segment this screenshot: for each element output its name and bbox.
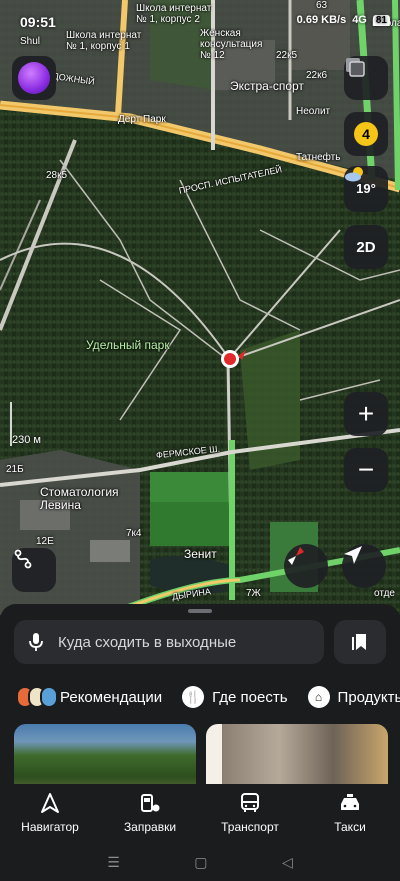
nav-label: Транспорт — [221, 820, 279, 834]
zoom-out-button[interactable]: − — [344, 448, 388, 492]
map-label-dentistry[interactable]: Стоматология Левина — [40, 485, 119, 512]
chip-groceries[interactable]: ⌂ Продукты — [307, 684, 400, 710]
alice-assistant-button[interactable] — [12, 56, 56, 100]
recommendations-icon — [16, 686, 58, 708]
map-scale: 230 м — [12, 434, 41, 446]
taxi-car-icon — [341, 794, 359, 810]
back-icon[interactable]: ◁ — [282, 854, 293, 871]
map-label-dert-park: Дерт Парк — [118, 114, 166, 125]
traffic-level: 4 — [354, 122, 378, 146]
nav-taxi[interactable]: Такси — [300, 784, 400, 844]
status-bar: 09:51 0.69 KB/s 4G 81 — [0, 0, 400, 36]
bookmarks-button[interactable] — [334, 620, 386, 664]
map-label-neolit: Неолит — [296, 106, 331, 117]
nav-fuel[interactable]: Заправки — [100, 784, 200, 844]
map-label-shuvalovo: Shul — [20, 36, 41, 47]
signal-type: 4G — [352, 14, 367, 26]
map-label-extra-sport: Экстра-спорт — [230, 79, 304, 93]
nav-label: Навигатор — [21, 820, 79, 834]
chip-label: Рекомендации — [60, 688, 163, 706]
navigator-arrow-icon — [41, 793, 59, 813]
my-location-button[interactable] — [342, 544, 386, 588]
basket-icon: ⌂ — [307, 686, 330, 708]
system-navigation-bar: ☰ ▢ ◁ — [0, 844, 400, 881]
map-label-park[interactable]: Удельный парк — [86, 338, 170, 352]
map-label-22k6: 22к6 — [306, 70, 328, 81]
location-arrow-icon — [344, 546, 362, 564]
nav-label: Заправки — [123, 820, 177, 834]
compass-icon — [288, 547, 304, 565]
nav-transport[interactable]: Транспорт — [200, 784, 300, 844]
map-label-otde: отде — [374, 588, 395, 599]
weather-temp: 19° — [356, 180, 376, 196]
partly-cloudy-icon — [345, 167, 363, 182]
bottom-sheet[interactable]: Рекомендации 🍴 Где поесть ⌂ Продукты — [0, 604, 400, 794]
layers-button[interactable] — [344, 56, 388, 100]
map-view[interactable]: Школа интернат № 1, корпус 1 Школа интерн… — [0, 0, 400, 615]
chip-food[interactable]: 🍴 Где поесть — [182, 684, 288, 710]
satellite-map — [0, 0, 400, 615]
battery-level: 81 — [372, 14, 390, 26]
map-label-28k5: 28к5 — [46, 170, 68, 181]
map-label-22k5: 22к5 — [276, 50, 298, 61]
map-label-tatneft: Татнефть — [296, 152, 341, 163]
zoom-in-button[interactable]: + — [344, 392, 388, 436]
bottom-navigation: Навигатор Заправки Транспорт Такси — [0, 784, 400, 844]
menu-icon[interactable]: ☰ — [107, 854, 120, 871]
sheet-handle[interactable] — [188, 609, 212, 613]
search-input[interactable] — [58, 633, 298, 651]
map-label-7k4: 7к4 — [126, 528, 142, 539]
alice-orb-icon — [18, 62, 50, 94]
traffic-button[interactable]: 4 — [344, 112, 388, 156]
map-label-zenit[interactable]: Зенит — [184, 547, 217, 561]
bus-icon — [241, 793, 259, 812]
category-chips: Рекомендации 🍴 Где поесть ⌂ Продукты — [16, 684, 400, 710]
route-icon — [14, 549, 32, 569]
chip-label: Где поесть — [212, 688, 288, 706]
home-icon[interactable]: ▢ — [194, 854, 207, 871]
search-bar[interactable] — [14, 620, 324, 664]
bookmarks-icon — [352, 634, 366, 650]
route-button[interactable] — [12, 548, 56, 592]
fuel-pump-icon — [141, 794, 160, 812]
chip-recommendations[interactable]: Рекомендации — [16, 684, 162, 710]
fork-knife-icon: 🍴 — [182, 686, 205, 708]
network-speed: 0.69 KB/s — [296, 14, 347, 26]
compass-button[interactable] — [284, 544, 328, 588]
status-time: 09:51 — [20, 14, 56, 30]
nav-navigator[interactable]: Навигатор — [0, 784, 100, 844]
map-label-12e: 12Е — [36, 536, 54, 547]
weather-button[interactable]: 19° — [344, 166, 388, 212]
microphone-icon[interactable] — [28, 632, 44, 652]
map-label-21b: 21Б — [6, 464, 24, 475]
layers-icon — [346, 58, 365, 77]
chip-label: Продукты — [337, 688, 400, 706]
nav-label: Такси — [334, 820, 366, 834]
map-label-7zh: 7Ж — [246, 588, 261, 599]
view-mode-button[interactable]: 2D — [344, 225, 388, 269]
